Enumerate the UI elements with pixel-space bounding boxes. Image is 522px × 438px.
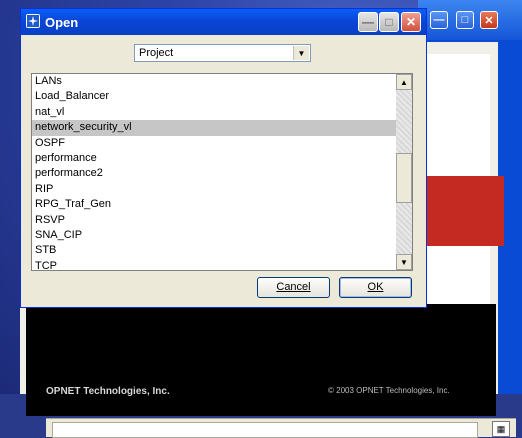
close-icon: ✕ — [484, 14, 494, 27]
list-item[interactable]: performance — [32, 151, 396, 166]
status-bar: ▦ — [46, 418, 516, 438]
list-item[interactable]: TCP — [32, 259, 396, 270]
list-item[interactable]: performance2 — [32, 166, 396, 181]
status-field — [52, 422, 478, 438]
app-icon — [26, 14, 40, 28]
maximize-button[interactable]: □ — [379, 12, 399, 32]
list-item[interactable]: OSPF — [32, 136, 396, 151]
list-item[interactable]: RIP — [32, 182, 396, 197]
project-list-items: LANs Load_Balancer nat_vl network_security_… — [32, 74, 396, 270]
arrow-down-icon: ▼ — [400, 257, 408, 267]
scroll-track[interactable] — [396, 90, 412, 254]
arrow-up-icon: ▲ — [400, 77, 408, 87]
list-item[interactable]: LANs — [32, 74, 396, 89]
splash-red-panel — [424, 176, 504, 246]
list-item[interactable]: STB — [32, 243, 396, 258]
background-close-button[interactable]: ✕ — [480, 11, 498, 29]
project-list[interactable]: LANs Load_Balancer nat_vl network_security_… — [31, 73, 413, 271]
cancel-button[interactable]: Cancel — [257, 277, 330, 298]
list-item[interactable]: RPG_Traf_Gen — [32, 197, 396, 212]
background-maximize-button[interactable]: □ — [456, 11, 474, 29]
chevron-down-icon[interactable]: ▼ — [293, 46, 309, 60]
close-icon: ✕ — [405, 15, 417, 29]
close-button[interactable]: ✕ — [401, 12, 421, 32]
list-item[interactable]: RSVP — [32, 213, 396, 228]
location-dropdown-value: Project — [139, 47, 174, 59]
minimize-icon: — — [433, 14, 445, 26]
scroll-up-button[interactable]: ▲ — [396, 74, 412, 90]
splash-company-name: OPNET Technologies, Inc. — [46, 386, 170, 397]
background-window-titlebar: — □ ✕ — [418, 0, 522, 40]
location-dropdown[interactable]: Project ▼ — [134, 44, 311, 62]
list-item[interactable]: Load_Balancer — [32, 89, 396, 104]
scroll-down-button[interactable]: ▼ — [396, 254, 412, 270]
list-scrollbar[interactable]: ▲ ▼ — [396, 74, 412, 270]
maximize-icon: □ — [461, 14, 469, 26]
ok-button[interactable]: OK — [339, 277, 412, 298]
splash-black-band — [26, 304, 496, 416]
open-dialog: Open — □ ✕ Project ▼ LANs Load_Balancer na… — [20, 8, 427, 308]
dialog-titlebar[interactable]: Open — □ ✕ — [21, 9, 426, 35]
ok-button-label: OK — [367, 281, 384, 293]
list-item[interactable]: SNA_CIP — [32, 228, 396, 243]
minimize-button[interactable]: — — [358, 12, 378, 32]
maximize-icon: □ — [385, 15, 393, 29]
minimize-icon: — — [362, 15, 374, 29]
scroll-thumb[interactable] — [396, 153, 412, 203]
dialog-title: Open — [45, 15, 79, 30]
list-item[interactable]: network_security_vl — [32, 120, 396, 136]
cancel-button-label: Cancel — [276, 281, 311, 293]
status-grid-icon[interactable]: ▦ — [492, 421, 510, 437]
list-item[interactable]: nat_vl — [32, 105, 396, 120]
background-minimize-button[interactable]: — — [430, 11, 448, 29]
